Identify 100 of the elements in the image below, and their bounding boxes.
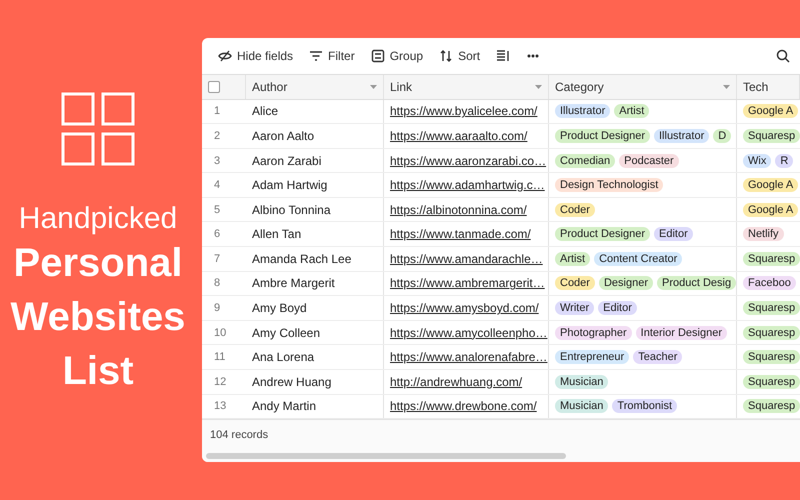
author-cell: Amy Colleen (252, 326, 320, 340)
eyebrow-text: Handpicked (18, 202, 178, 236)
tech-tag: Google A (743, 178, 798, 192)
author-cell: Allen Tan (252, 227, 302, 242)
row-number: 9 (213, 302, 220, 314)
toolbar-button[interactable]: Group (364, 45, 430, 67)
row-number: 3 (213, 154, 220, 167)
row-height-icon (496, 49, 510, 63)
category-tag: Photographer (555, 326, 632, 340)
tech-tag: Squaresp (743, 350, 800, 364)
author-cell: Amanda Rach Lee (252, 252, 352, 266)
category-tag: Illustrator (654, 128, 710, 143)
category-tag: Design Technologist (555, 178, 664, 192)
row-number: 11 (213, 351, 226, 364)
author-cell: Adam Hartwig (252, 178, 328, 192)
category-tag: Designer (598, 276, 653, 290)
category-tag: Coder (555, 276, 595, 290)
category-tag: Musician (555, 374, 608, 389)
author-cell: Amy Boyd (252, 300, 307, 315)
website-link[interactable]: https://www.aaronzarabi.co… (390, 154, 546, 168)
tech-tag: Squaresp (743, 252, 800, 266)
column-header[interactable]: Link (390, 80, 412, 94)
row-number: 6 (213, 228, 220, 240)
category-tag: Writer (555, 300, 594, 315)
category-tag: Coder (555, 202, 595, 217)
row-number: 10 (213, 326, 226, 339)
record-count: 104 records (210, 429, 268, 441)
author-cell: Andrew Huang (252, 374, 332, 389)
category-tag: Content Creator (594, 252, 682, 266)
page-title: Personal Websites List (10, 240, 186, 395)
filter-icon (309, 49, 324, 63)
tech-tag: R (775, 154, 794, 168)
column-header[interactable]: Category (555, 80, 604, 94)
website-link[interactable]: https://www.amycolleenpho… (390, 326, 548, 340)
category-tag: Interior Designer (636, 326, 727, 340)
category-tag: Editor (598, 300, 637, 315)
category-tag: Editor (654, 227, 693, 242)
category-tag: Podcaster (619, 154, 679, 168)
author-cell: Alice (252, 104, 278, 118)
tech-tag: Squaresp (743, 300, 800, 315)
category-tag: Teacher (633, 350, 682, 364)
category-tag: D (713, 128, 732, 143)
tech-tag: Squaresp (743, 399, 800, 414)
category-tag: Entrepreneur (555, 350, 630, 364)
column-header[interactable]: Author (252, 80, 288, 94)
website-link[interactable]: http://andrewhuang.com/ (390, 374, 522, 389)
author-cell: Andy Martin (252, 399, 316, 414)
website-link[interactable]: https://www.amandarachle… (390, 252, 543, 266)
website-link[interactable]: https://www.aaraalto.com/ (390, 128, 528, 143)
tech-tag: Squaresp (743, 128, 800, 143)
tech-tag: Wix (743, 154, 772, 168)
category-tag: Illustrator (555, 104, 610, 118)
search-icon[interactable] (776, 49, 790, 63)
row-number: 5 (213, 204, 220, 216)
website-link[interactable]: https://www.tanmade.com/ (390, 227, 531, 242)
row-number: 8 (213, 277, 220, 290)
tech-tag: Google A (743, 104, 798, 118)
category-tag: Artist (555, 252, 590, 266)
category-tag: Comedian (555, 154, 616, 168)
website-link[interactable]: https://www.adamhartwig.c… (390, 178, 545, 192)
tech-tag: Netlify (743, 227, 784, 242)
toolbar-button[interactable]: Filter (303, 45, 361, 67)
caret-icon[interactable] (370, 84, 377, 89)
category-tag: Trombonist (612, 399, 678, 414)
eye-slash-icon (218, 49, 232, 63)
grid-icon (61, 92, 135, 166)
row-number: 13 (213, 400, 226, 412)
toolbar-button[interactable]: Sort (433, 45, 486, 67)
category-tag: Product Designer (555, 128, 650, 143)
website-link[interactable]: https://www.ambremargerit… (390, 276, 545, 290)
category-tag: Product Designer (555, 227, 650, 242)
group-icon (370, 49, 385, 63)
sort-icon (439, 49, 454, 63)
caret-icon[interactable] (723, 84, 730, 89)
author-cell: Aaron Zarabi (252, 154, 322, 168)
category-tag: Product Desig (657, 276, 736, 290)
tech-tag: Google A (743, 202, 798, 217)
category-tag: Artist (614, 104, 650, 118)
row-number: 1 (213, 105, 220, 118)
website-link[interactable]: https://www.analorenafabre… (390, 350, 548, 364)
author-cell: Aaron Aalto (252, 128, 314, 143)
tech-tag: Faceboo (743, 276, 796, 290)
row-number: 4 (213, 179, 220, 192)
website-link[interactable]: https://www.amysboyd.com/ (390, 300, 539, 315)
tech-tag: Squaresp (743, 374, 800, 389)
website-link[interactable]: https://www.byalicelee.com/ (390, 104, 538, 118)
select-all-checkbox[interactable] (208, 80, 220, 93)
column-header[interactable]: Tech (743, 80, 768, 94)
row-number: 12 (213, 376, 226, 388)
website-link[interactable]: https://www.drewbone.com/ (390, 399, 537, 414)
tech-tag: Squaresp (743, 326, 800, 340)
row-number: 7 (213, 252, 220, 265)
author-cell: Ana Lorena (252, 350, 314, 364)
caret-icon[interactable] (535, 84, 542, 89)
toolbar-button[interactable]: Hide fields (212, 45, 300, 67)
website-link[interactable]: https://albinotonnina.com/ (390, 202, 527, 217)
row-number: 2 (213, 130, 220, 142)
scrollbar[interactable] (206, 453, 566, 459)
author-cell: Albino Tonnina (252, 202, 331, 217)
author-cell: Ambre Margerit (252, 276, 335, 290)
